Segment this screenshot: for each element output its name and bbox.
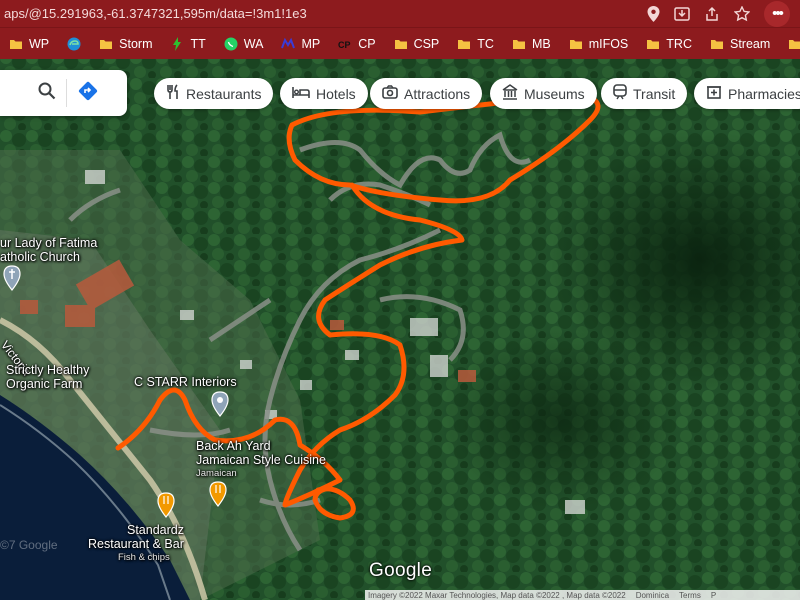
chip-museums[interactable]: Museums — [490, 78, 597, 109]
bookmark-label: CSP — [413, 36, 440, 51]
bookmark-label: CP — [358, 36, 376, 51]
bookmark-mifos[interactable]: mIFOS — [560, 37, 638, 51]
bookmark-stream[interactable]: Stream — [701, 37, 779, 51]
standardz-label-line2[interactable]: Restaurant & Bar — [88, 537, 184, 551]
divider — [66, 79, 67, 107]
bookmark-edge[interactable] — [58, 37, 90, 51]
bookmark-label: TT — [190, 36, 206, 51]
location-pin-icon[interactable] — [647, 5, 660, 22]
farm-label-line1[interactable]: Strictly Healthy — [6, 363, 89, 377]
folder-icon — [457, 37, 471, 51]
bookmark-storm[interactable]: Storm — [90, 37, 161, 51]
chip-pharmacies[interactable]: Pharmacies — [694, 78, 800, 109]
mp-icon — [281, 37, 296, 51]
bookmark-inve[interactable]: Inve — [779, 37, 800, 51]
imagery-attribution: Imagery ©2022 Maxar Technologies, Map da… — [368, 590, 626, 600]
satellite-map[interactable] — [0, 59, 800, 600]
directions-icon[interactable] — [77, 80, 99, 107]
camera-icon — [382, 84, 398, 103]
standardz-label-line1[interactable]: Standardz — [127, 523, 184, 537]
svg-text:CP: CP — [338, 40, 351, 50]
bookmark-wp[interactable]: WP — [0, 37, 58, 51]
folder-icon — [569, 37, 583, 51]
star-icon[interactable] — [734, 5, 750, 22]
farm-label-line2[interactable]: Organic Farm — [6, 377, 82, 391]
church-label-line2[interactable]: atholic Church — [0, 250, 80, 264]
interiors-label[interactable]: C STARR Interiors — [134, 375, 237, 389]
bookmark-cp[interactable]: CP CP — [329, 37, 384, 51]
more-icon[interactable]: ••• — [764, 0, 790, 27]
backahyard-sub-label: Jamaican — [196, 468, 237, 479]
install-icon[interactable] — [674, 6, 690, 22]
bookmark-wa[interactable]: WA — [215, 37, 273, 51]
chip-attractions[interactable]: Attractions — [370, 78, 483, 109]
google-faint-watermark: ©7 Google — [0, 538, 58, 552]
folder-icon — [394, 37, 408, 51]
search-box[interactable] — [0, 70, 127, 116]
folder-icon — [646, 37, 660, 51]
edge-icon — [67, 37, 81, 51]
backahyard-label-line1[interactable]: Back Ah Yard — [196, 439, 271, 453]
standardz-sub-label: Fish & chips — [118, 552, 170, 563]
bookmark-label: Storm — [119, 36, 153, 51]
fork-knife-icon — [166, 84, 180, 103]
bookmark-label: TC — [477, 36, 494, 51]
folder-icon — [9, 37, 23, 51]
bookmark-csp[interactable]: CSP — [385, 37, 449, 51]
address-bar[interactable]: aps/@15.291963,-61.3747321,595m/data=!3m… — [0, 0, 800, 27]
folder-icon — [788, 37, 800, 51]
privacy-link[interactable]: P — [711, 591, 716, 600]
backahyard-label-line2[interactable]: Jamaican Style Cuisine — [196, 453, 326, 467]
museum-icon — [502, 84, 518, 103]
whatsapp-icon — [224, 37, 238, 51]
chip-hotels[interactable]: Hotels — [280, 78, 368, 109]
bookmark-tt[interactable]: TT — [161, 36, 214, 51]
google-logo: Google — [369, 560, 433, 581]
pharmacy-icon — [706, 84, 722, 103]
train-icon — [613, 84, 627, 103]
folder-icon — [512, 37, 526, 51]
bookmark-label: WA — [243, 36, 264, 51]
chip-transit[interactable]: Transit — [601, 78, 688, 109]
bookmarks-bar: WP Storm TT WA MP CP CP CSP TC MB mIFOS TRC Stream In… — [0, 27, 800, 59]
folder-icon — [710, 37, 724, 51]
bolt-icon — [170, 36, 184, 51]
map-footer: Imagery ©2022 Maxar Technologies, Map da… — [365, 590, 800, 600]
bookmark-mp[interactable]: MP — [272, 37, 329, 51]
bed-icon — [292, 85, 310, 102]
search-icon[interactable] — [38, 82, 56, 105]
share-icon[interactable] — [704, 6, 720, 22]
satellite-imagery[interactable] — [0, 59, 800, 600]
bookmark-label: MP — [301, 36, 321, 51]
bookmark-label: WP — [29, 36, 50, 51]
bookmark-label: Stream — [729, 36, 771, 51]
country-label: Dominica — [635, 590, 670, 600]
url-text[interactable]: aps/@15.291963,-61.3747321,595m/data=!3m… — [0, 6, 647, 21]
terms-link[interactable]: Terms — [679, 591, 701, 600]
bookmark-mb[interactable]: MB — [503, 37, 560, 51]
bookmark-tc[interactable]: TC — [448, 37, 503, 51]
bookmark-trc[interactable]: TRC — [637, 37, 701, 51]
church-label-line1[interactable]: ur Lady of Fatima — [0, 236, 97, 250]
bookmark-label: MB — [531, 36, 551, 51]
bookmark-label: TRC — [666, 36, 692, 51]
bookmark-label: mIFOS — [588, 36, 629, 51]
cp-icon: CP — [338, 37, 352, 51]
chip-restaurants[interactable]: Restaurants — [154, 78, 274, 109]
folder-icon — [99, 37, 113, 51]
